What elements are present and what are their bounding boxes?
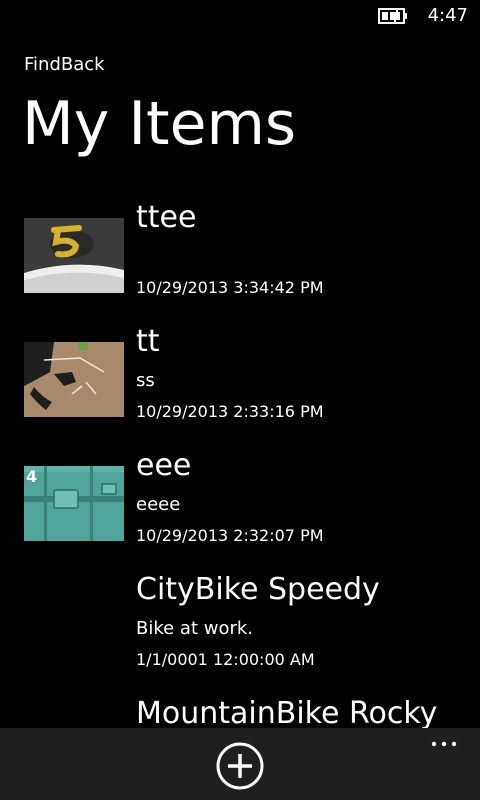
item-list[interactable]: ttee 10/29/2013 3:34:42 PM tt ss 10/29/2… [0,196,480,728]
item-title: MountainBike Rocky [136,696,438,728]
ellipsis-icon[interactable] [426,730,466,754]
item-thumbnail [24,342,124,417]
item-title: CityBike Speedy [136,572,380,607]
item-description: Bike at work. [136,618,254,639]
item-description: eeee [136,494,181,515]
battery-charging-icon [378,8,407,24]
item-thumbnail [24,218,124,293]
svg-text:4: 4 [26,467,37,486]
item-title: eee [136,448,192,483]
add-circle-icon[interactable] [215,741,265,791]
item-title: ttee [136,200,197,235]
status-bar: 4:47 [0,0,480,32]
item-title: tt [136,324,160,359]
list-item[interactable]: tt ss 10/29/2013 2:33:16 PM [0,320,480,444]
item-description: ss [136,370,155,391]
status-clock: 4:47 [427,5,468,26]
item-date: 1/1/0001 12:00:00 AM [136,650,315,669]
page-title: My Items [22,89,297,159]
item-date: 10/29/2013 2:33:16 PM [136,402,324,421]
list-item[interactable]: MountainBike Rocky [0,692,480,728]
item-thumbnail: 4 [24,466,124,541]
item-date: 10/29/2013 3:34:42 PM [136,278,324,297]
item-date: 10/29/2013 2:32:07 PM [136,526,324,545]
app-name: FindBack [24,54,105,75]
list-item[interactable]: ttee 10/29/2013 3:34:42 PM [0,196,480,320]
list-item[interactable]: CityBike Speedy Bike at work. 1/1/0001 1… [0,568,480,692]
list-item[interactable]: 4 eee eeee 10/29/2013 2:32:07 PM [0,444,480,568]
application-bar [0,728,480,800]
